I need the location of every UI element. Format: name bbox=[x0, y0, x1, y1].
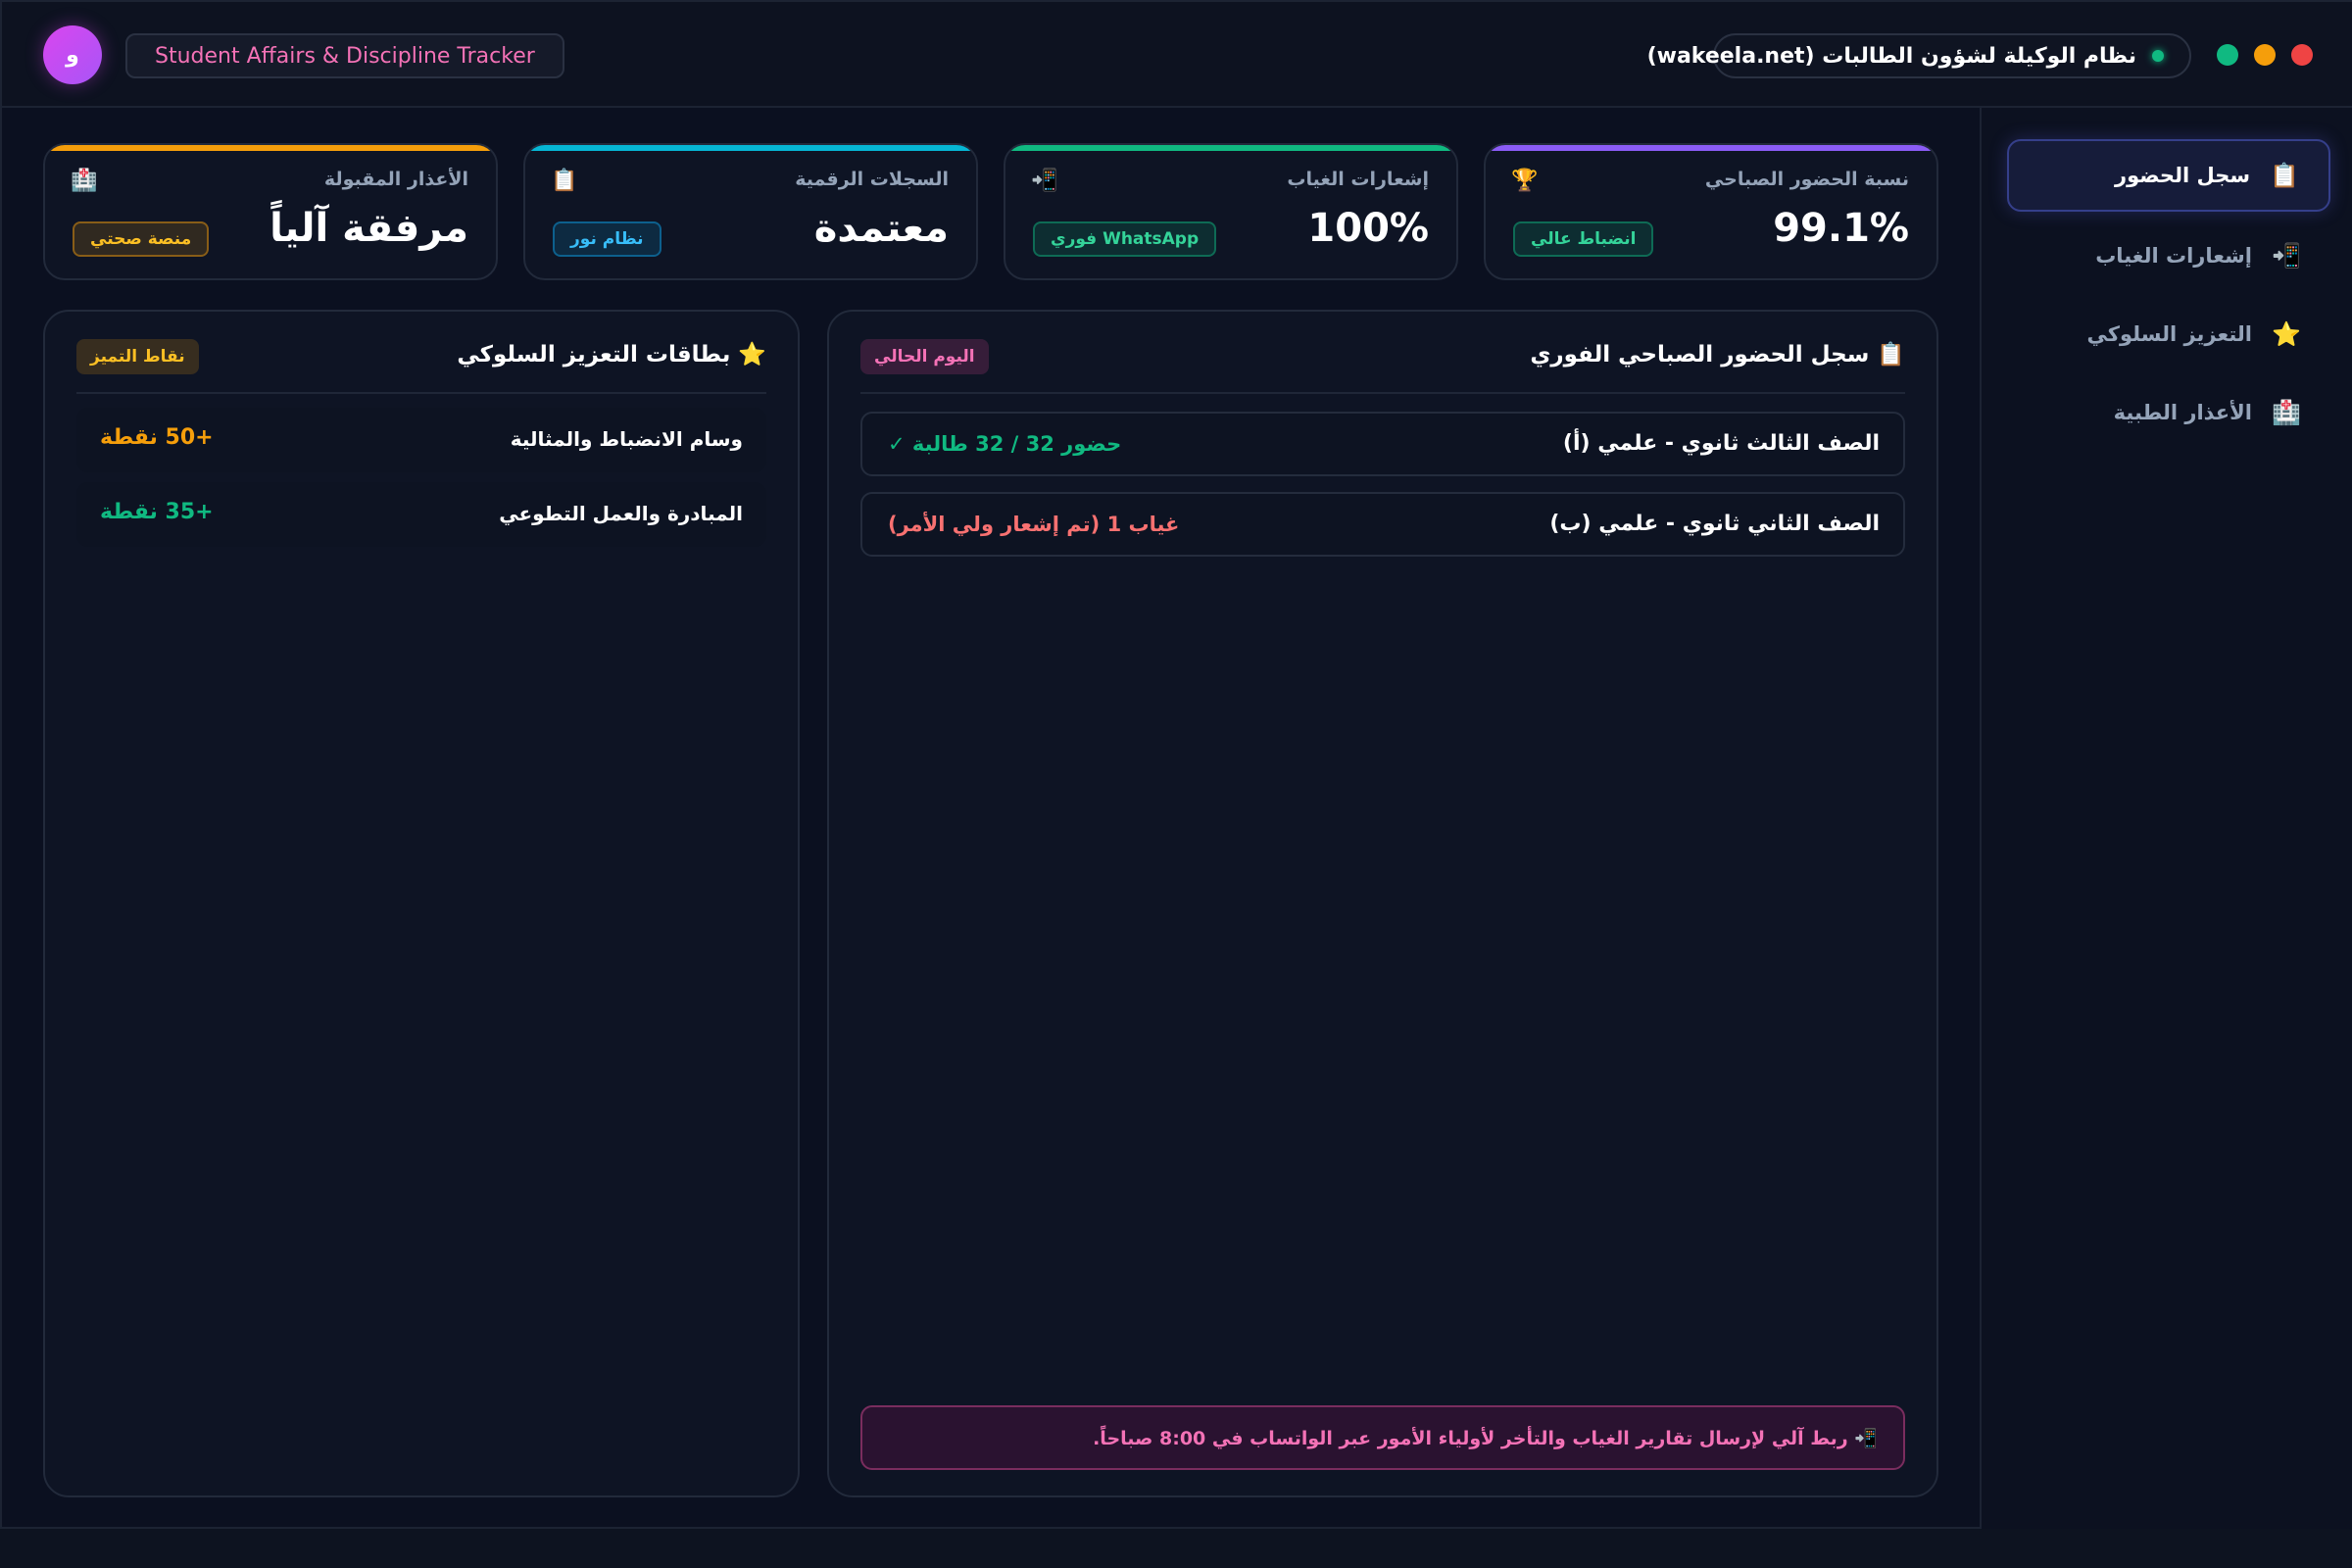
trophy-icon: 🏆 bbox=[1511, 169, 1539, 193]
stat-label: نسبة الحضور الصباحي bbox=[1704, 169, 1909, 190]
system-name: نظام الوكيلة لشؤون الطالبات (wakeela.net… bbox=[1646, 43, 2136, 69]
whatsapp-alert-bar: 📲 ربط آلي لإرسال تقارير الغياب والتأخر ل… bbox=[860, 1405, 1905, 1470]
reward-points: +50 نقطة bbox=[100, 425, 214, 450]
class-status: غياب 1 (تم إشعار ولي الأمر) bbox=[888, 513, 1180, 536]
system-name-pill: نظام الوكيلة لشؤون الطالبات (wakeela.net… bbox=[1647, 33, 2191, 78]
class-name: الصف الثالث ثانوي - علمي (أ) bbox=[1562, 431, 1880, 456]
rewards-panel: ⭐ بطاقات التعزيز السلوكي نقاط التميز وسا… bbox=[43, 310, 800, 1497]
stat-badge: منصة صحتي bbox=[73, 221, 210, 257]
online-status-dot bbox=[2152, 50, 2164, 62]
class-row[interactable]: الصف الثاني ثانوي - علمي (ب) غياب 1 (تم … bbox=[860, 492, 1905, 557]
divider bbox=[860, 392, 1905, 394]
stat-card-absence-notifications: إشعارات الغياب 100% 📲 WhatsApp فوري bbox=[1004, 143, 1458, 280]
class-status: حضور 32 / 32 طالبة ✓ bbox=[888, 432, 1122, 456]
clipboard-icon: 📋 bbox=[2270, 162, 2299, 189]
card-accent-line bbox=[1486, 145, 1936, 151]
reward-points: +35 نقطة bbox=[100, 500, 214, 524]
today-tag: اليوم الحالي bbox=[860, 339, 989, 374]
attendance-panel: 📋 سجل الحضور الصباحي الفوري اليوم الحالي… bbox=[827, 310, 1938, 1497]
clipboard-icon: 📋 bbox=[551, 169, 578, 193]
excellence-points-tag: نقاط التميز bbox=[76, 339, 199, 374]
window-minimize-button[interactable] bbox=[2254, 44, 2276, 66]
stat-card-accepted-excuses: الأعذار المقبولة مرفقة آلياً 🏥 منصة صحتي bbox=[43, 143, 498, 280]
stat-badge: WhatsApp فوري bbox=[1033, 221, 1217, 257]
stat-label: السجلات الرقمية bbox=[795, 169, 949, 190]
star-icon: ⭐ bbox=[2272, 320, 2301, 348]
alert-text: 📲 ربط آلي لإرسال تقارير الغياب والتأخر ل… bbox=[1093, 1427, 1878, 1449]
phone-notify-icon: 📲 bbox=[2272, 242, 2301, 270]
app-window: و Student Affairs & Discipline Tracker ن… bbox=[0, 0, 2352, 1531]
sidebar: 📋 سجل الحضور 📲 إشعارات الغياب ⭐ التعزيز … bbox=[1980, 108, 2352, 1531]
divider bbox=[76, 392, 766, 394]
top-bar: و Student Affairs & Discipline Tracker ن… bbox=[2, 2, 2352, 108]
class-name: الصف الثاني ثانوي - علمي (ب) bbox=[1549, 512, 1880, 536]
reward-name: وسام الانضباط والمثالية bbox=[510, 427, 743, 451]
stat-value: معتمدة bbox=[813, 206, 949, 251]
stat-value: 99.1% bbox=[1773, 206, 1909, 251]
sidebar-item-label: التعزيز السلوكي bbox=[2086, 322, 2252, 346]
stat-badge: نظام نور bbox=[553, 221, 662, 257]
bottom-strip bbox=[0, 1529, 2352, 1568]
stat-label: الأعذار المقبولة bbox=[323, 169, 468, 190]
card-accent-line bbox=[1005, 145, 1456, 151]
hospital-icon: 🏥 bbox=[71, 169, 98, 193]
class-row[interactable]: الصف الثالث ثانوي - علمي (أ) حضور 32 / 3… bbox=[860, 412, 1905, 476]
stat-value: 100% bbox=[1307, 206, 1429, 251]
window-close-button[interactable] bbox=[2291, 44, 2313, 66]
app-title-tag: Student Affairs & Discipline Tracker bbox=[125, 33, 564, 78]
sidebar-item-behavior-reinforcement[interactable]: ⭐ التعزيز السلوكي bbox=[2007, 298, 2330, 370]
window-maximize-button[interactable] bbox=[2217, 44, 2238, 66]
sidebar-item-absence-notifications[interactable]: 📲 إشعارات الغياب bbox=[2007, 220, 2330, 292]
reward-item[interactable]: المبادرة والعمل التطوعي +35 نقطة bbox=[76, 482, 766, 547]
stat-card-digital-records: السجلات الرقمية معتمدة 📋 نظام نور bbox=[523, 143, 978, 280]
card-accent-line bbox=[525, 145, 976, 151]
phone-notify-icon: 📲 bbox=[1031, 169, 1058, 193]
sidebar-item-label: إشعارات الغياب bbox=[2095, 244, 2252, 268]
sidebar-item-label: الأعذار الطبية bbox=[2113, 401, 2252, 424]
card-accent-line bbox=[45, 145, 496, 151]
panel-title: ⭐ بطاقات التعزيز السلوكي bbox=[457, 342, 766, 368]
app-logo: و bbox=[43, 25, 102, 84]
sidebar-item-attendance[interactable]: 📋 سجل الحضور bbox=[2007, 139, 2330, 212]
stat-value: مرفقة آلياً bbox=[270, 206, 468, 251]
sidebar-item-label: سجل الحضور bbox=[2114, 164, 2250, 187]
reward-item[interactable]: وسام الانضباط والمثالية +50 نقطة bbox=[76, 408, 766, 472]
stat-card-attendance-rate: نسبة الحضور الصباحي 99.1% 🏆 انضباط عالي bbox=[1484, 143, 1938, 280]
stat-label: إشعارات الغياب bbox=[1287, 169, 1429, 190]
panel-title: 📋 سجل الحضور الصباحي الفوري bbox=[1530, 342, 1905, 368]
reward-name: المبادرة والعمل التطوعي bbox=[499, 502, 743, 525]
stat-badge: انضباط عالي bbox=[1513, 221, 1654, 257]
hospital-icon: 🏥 bbox=[2272, 399, 2301, 426]
sidebar-item-medical-excuses[interactable]: 🏥 الأعذار الطبية bbox=[2007, 376, 2330, 449]
